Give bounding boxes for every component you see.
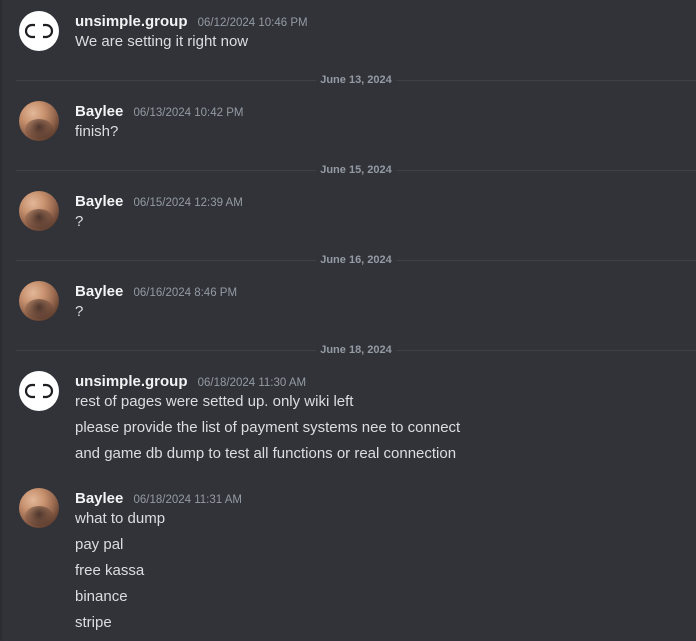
author-name[interactable]: unsimple.group bbox=[75, 13, 188, 30]
message-text: ? bbox=[75, 213, 84, 230]
date-divider-label: June 13, 2024 bbox=[316, 73, 396, 87]
avatar-baylee[interactable] bbox=[19, 101, 59, 141]
author-name[interactable]: Baylee bbox=[75, 193, 123, 210]
message-timestamp[interactable]: 06/16/2024 8:46 PM bbox=[133, 287, 237, 299]
link-logo-icon bbox=[24, 383, 54, 399]
message-text: finish? bbox=[75, 123, 119, 140]
avatar-baylee[interactable] bbox=[19, 191, 59, 231]
avatar-unsimple-group[interactable] bbox=[19, 371, 59, 411]
avatar-photo-shade bbox=[25, 209, 53, 229]
date-divider-label: June 18, 2024 bbox=[316, 343, 396, 357]
message-header: unsimple.group 06/12/2024 10:46 PM bbox=[75, 11, 308, 33]
message-text: free kassa bbox=[75, 562, 145, 579]
link-logo-icon bbox=[24, 23, 54, 39]
message-text: stripe bbox=[75, 614, 112, 631]
message-text: ? bbox=[75, 303, 84, 320]
avatar-photo-shade bbox=[25, 119, 53, 139]
date-divider: June 15, 2024 bbox=[16, 163, 696, 177]
avatar-unsimple-group[interactable] bbox=[19, 11, 59, 51]
message-text: rest of pages were setted up. only wiki … bbox=[75, 393, 354, 410]
message-timestamp[interactable]: 06/12/2024 10:46 PM bbox=[198, 17, 308, 29]
left-edge-divider bbox=[0, 0, 2, 641]
date-divider-label: June 16, 2024 bbox=[316, 253, 396, 267]
message-timestamp[interactable]: 06/13/2024 10:42 PM bbox=[133, 107, 243, 119]
message-header: unsimple.group 06/18/2024 11:30 AM bbox=[75, 371, 306, 393]
message-text: pay pal bbox=[75, 536, 124, 553]
message-header: Baylee 06/18/2024 11:31 AM bbox=[75, 488, 242, 510]
author-name[interactable]: Baylee bbox=[75, 283, 123, 300]
avatar-baylee[interactable] bbox=[19, 488, 59, 528]
date-divider: June 16, 2024 bbox=[16, 253, 696, 267]
author-name[interactable]: unsimple.group bbox=[75, 373, 188, 390]
message-text: binance bbox=[75, 588, 128, 605]
avatar-baylee[interactable] bbox=[19, 281, 59, 321]
message-text: We are setting it right now bbox=[75, 33, 249, 50]
chat-message-list[interactable]: unsimple.group 06/12/2024 10:46 PM We ar… bbox=[0, 0, 696, 641]
message-text: and game db dump to test all functions o… bbox=[75, 445, 457, 462]
message-timestamp[interactable]: 06/15/2024 12:39 AM bbox=[133, 197, 242, 209]
avatar-photo-shade bbox=[25, 299, 53, 319]
message-timestamp[interactable]: 06/18/2024 11:30 AM bbox=[198, 377, 307, 389]
date-divider: June 18, 2024 bbox=[16, 343, 696, 357]
message-text: please provide the list of payment syste… bbox=[75, 419, 461, 436]
message-header: Baylee 06/15/2024 12:39 AM bbox=[75, 191, 243, 213]
message-header: Baylee 06/13/2024 10:42 PM bbox=[75, 101, 243, 123]
author-name[interactable]: Baylee bbox=[75, 490, 123, 507]
message-timestamp[interactable]: 06/18/2024 11:31 AM bbox=[133, 494, 242, 506]
message-header: Baylee 06/16/2024 8:46 PM bbox=[75, 281, 237, 303]
avatar-photo-shade bbox=[25, 506, 53, 526]
date-divider-label: June 15, 2024 bbox=[316, 163, 396, 177]
message-text: what to dump bbox=[75, 510, 166, 527]
date-divider: June 13, 2024 bbox=[16, 73, 696, 87]
author-name[interactable]: Baylee bbox=[75, 103, 123, 120]
